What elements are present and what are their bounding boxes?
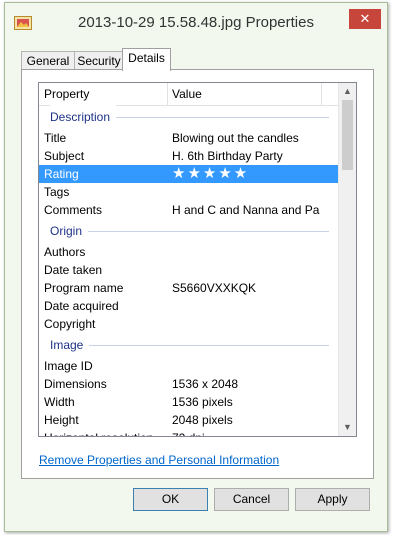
table-row[interactable]: Date acquired [39,297,339,315]
property-value[interactable]: 1536 x 2048 [172,375,238,393]
group-header-description: Description [39,105,339,129]
table-row[interactable]: Tags [39,183,339,201]
scrollbar-thumb[interactable] [342,100,353,170]
property-name: Program name [44,281,124,295]
table-row[interactable]: Copyright [39,315,339,333]
table-row[interactable]: Subject H. 6th Birthday Party [39,147,339,165]
group-header-image: Image [39,333,339,357]
properties-window: 2013-10-29 15.58.48.jpg Properties ✕ Gen… [4,2,388,532]
property-value[interactable]: Blowing out the candles [172,129,299,147]
property-name: Width [44,395,75,409]
properties-list[interactable]: Property Value Description Title Blowing… [38,82,357,437]
tab-details[interactable]: Details [122,48,171,71]
group-label: Origin [50,219,89,243]
table-row[interactable]: Dimensions 1536 x 2048 [39,375,339,393]
table-row[interactable]: Width 1536 pixels [39,393,339,411]
group-label: Description [50,105,117,129]
tab-security[interactable]: Security [74,51,124,70]
property-name: Title [44,131,67,145]
property-value[interactable]: 1536 pixels [172,393,233,411]
property-value[interactable]: H and C and Nanna and Pa [172,201,319,219]
group-header-origin: Origin [39,219,339,243]
table-row[interactable]: Title Blowing out the candles [39,129,339,147]
property-name: Horizontal resolution [44,429,153,436]
property-value[interactable]: 72 dpi [172,429,205,436]
close-icon: ✕ [359,11,371,26]
property-name: Date taken [44,263,103,277]
group-label: Image [50,333,90,357]
title-bar[interactable]: 2013-10-29 15.58.48.jpg Properties ✕ [5,3,387,41]
table-row[interactable]: Height 2048 pixels [39,411,339,429]
property-name: Rating [44,167,79,181]
property-name: Date acquired [44,299,119,313]
property-name: Authors [44,245,86,259]
group-divider [50,231,329,232]
property-name: Tags [44,185,70,199]
property-value[interactable]: 2048 pixels [172,411,233,429]
scroll-up-arrow-icon[interactable]: ▲ [339,83,356,100]
column-divider[interactable] [167,83,168,105]
tab-general[interactable]: General [21,51,75,70]
table-row[interactable]: Program name S5660VXXKQK [39,279,339,297]
table-row[interactable]: Horizontal resolution 72 dpi [39,429,339,436]
remove-properties-link[interactable]: Remove Properties and Personal Informati… [39,453,279,467]
column-divider[interactable] [321,83,322,105]
table-row[interactable]: Date taken [39,261,339,279]
column-header: Property Value [39,83,339,106]
property-name: Subject [44,149,85,163]
vertical-scrollbar[interactable]: ▲ ▼ [338,83,356,436]
window-title: 2013-10-29 15.58.48.jpg Properties [77,14,314,31]
property-value[interactable]: H. 6th Birthday Party [172,147,283,165]
property-rows: Description Title Blowing out the candle… [39,105,339,436]
scroll-down-arrow-icon[interactable]: ▼ [339,419,356,436]
column-value[interactable]: Value [172,87,202,101]
property-name: Comments [44,203,103,217]
apply-button[interactable]: Apply [295,488,370,511]
table-row[interactable]: Comments H and C and Nanna and Pa [39,201,339,219]
group-divider [50,345,329,346]
property-name: Image ID [44,359,93,373]
rating-stars[interactable]: ★★★★★ [172,165,249,183]
ok-button[interactable]: OK [133,488,208,511]
column-property[interactable]: Property [44,87,89,101]
cancel-button[interactable]: Cancel [214,488,289,511]
property-name: Dimensions [44,377,107,391]
details-panel: Property Value Description Title Blowing… [21,69,374,479]
property-name: Height [44,413,79,427]
property-name: Copyright [44,317,96,331]
close-button[interactable]: ✕ [349,9,381,29]
table-row[interactable]: Image ID [39,357,339,375]
table-row[interactable]: Authors [39,243,339,261]
table-row-selected[interactable]: Rating ★★★★★ [39,165,339,183]
property-value[interactable]: S5660VXXKQK [172,279,256,297]
